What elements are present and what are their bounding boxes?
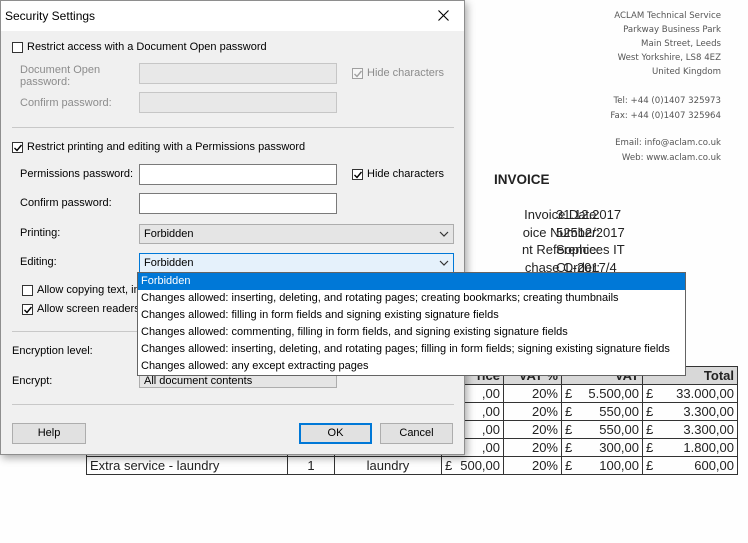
chevron-down-icon xyxy=(439,231,449,237)
editing-option[interactable]: Changes allowed: inserting, deleting, an… xyxy=(138,290,685,307)
checkmark-icon xyxy=(14,144,23,152)
company-email: Email: info@aclam.co.uk Web: www.aclam.c… xyxy=(615,138,721,163)
open-hide-characters-checkbox[interactable] xyxy=(352,68,363,79)
printing-label: Printing: xyxy=(20,227,61,239)
editing-label: Editing: xyxy=(20,256,57,268)
invoice-title: INVOICE xyxy=(494,172,550,187)
title-bar: Security Settings xyxy=(1,1,464,31)
editing-option[interactable]: Forbidden xyxy=(138,273,685,290)
editing-option[interactable]: Changes allowed: commenting, filling in … xyxy=(138,324,685,341)
permissions-confirm-password-label: Confirm password: xyxy=(20,197,112,209)
permissions-hide-characters-label: Hide characters xyxy=(367,168,445,180)
help-button[interactable]: Help xyxy=(12,423,86,444)
encrypt-label: Encrypt: xyxy=(12,375,53,387)
permissions-password-checkbox[interactable] xyxy=(12,142,23,153)
open-password-label: Restrict access with a Document Open pas… xyxy=(27,41,267,53)
printing-select[interactable]: Forbidden xyxy=(139,224,454,244)
doc-open-password-label: Document Open xyxy=(20,64,101,76)
checkmark-icon xyxy=(354,171,363,179)
allow-copying-label: Allow copying text, im xyxy=(37,284,143,296)
permissions-hide-characters-checkbox[interactable] xyxy=(352,169,363,180)
encryption-level-label: Encryption level: xyxy=(12,345,93,357)
editing-select[interactable]: Forbidden xyxy=(139,253,454,273)
open-confirm-password-label: Confirm password: xyxy=(20,97,112,109)
cancel-button[interactable]: Cancel xyxy=(380,423,453,444)
meta-row: Invoice Date: 31.12.2017 xyxy=(524,207,622,222)
editing-option[interactable]: Changes allowed: filling in form fields … xyxy=(138,307,685,324)
ok-button[interactable]: OK xyxy=(299,423,372,444)
company-address: ACLAM Technical Service Parkway Business… xyxy=(614,11,721,77)
doc-open-password-input[interactable] xyxy=(139,63,337,84)
open-hide-characters-label: Hide characters xyxy=(367,67,445,79)
permissions-password-label: Restrict printing and editing with a Per… xyxy=(27,141,306,153)
doc-open-password-label-2: password: xyxy=(20,76,71,88)
invoice-meta: Invoice Date: 31.12.2017 oice Number: 5251… xyxy=(440,207,700,277)
meta-row: nt Reference: Sophices IT xyxy=(521,242,625,257)
close-button[interactable] xyxy=(424,1,464,31)
chevron-down-icon xyxy=(439,260,449,266)
editing-option[interactable]: Changes allowed: inserting, deleting, an… xyxy=(138,341,685,358)
checkmark-icon xyxy=(24,306,33,314)
company-phone: Tel: +44 (0)1407 325973 Fax: +44 (0)1407… xyxy=(610,96,721,121)
section-divider xyxy=(12,127,454,128)
open-password-checkbox[interactable] xyxy=(12,42,23,53)
open-confirm-password-input[interactable] xyxy=(139,92,337,113)
section-divider xyxy=(12,404,454,405)
allow-screen-readers-checkbox[interactable] xyxy=(22,304,33,315)
allow-screen-readers-label: Allow screen readers xyxy=(37,303,140,315)
dialog-title: Security Settings xyxy=(5,9,96,23)
permissions-password-input[interactable] xyxy=(139,164,337,185)
checkmark-icon xyxy=(354,70,363,78)
meta-row: oice Number: 52512/2017 xyxy=(522,224,625,240)
permissions-password-field-label: Permissions password: xyxy=(20,168,134,180)
editing-option[interactable]: Changes allowed: any except extracting p… xyxy=(138,358,685,375)
close-icon xyxy=(438,10,449,21)
permissions-confirm-password-input[interactable] xyxy=(139,193,337,214)
editing-dropdown-list: Forbidden Changes allowed: inserting, de… xyxy=(137,272,686,376)
table-row: Extra service - laundry 1 laundry £500,0… xyxy=(86,456,738,475)
security-settings-dialog: Security Settings Restrict access with a… xyxy=(0,0,465,455)
allow-copying-checkbox[interactable] xyxy=(22,285,33,296)
